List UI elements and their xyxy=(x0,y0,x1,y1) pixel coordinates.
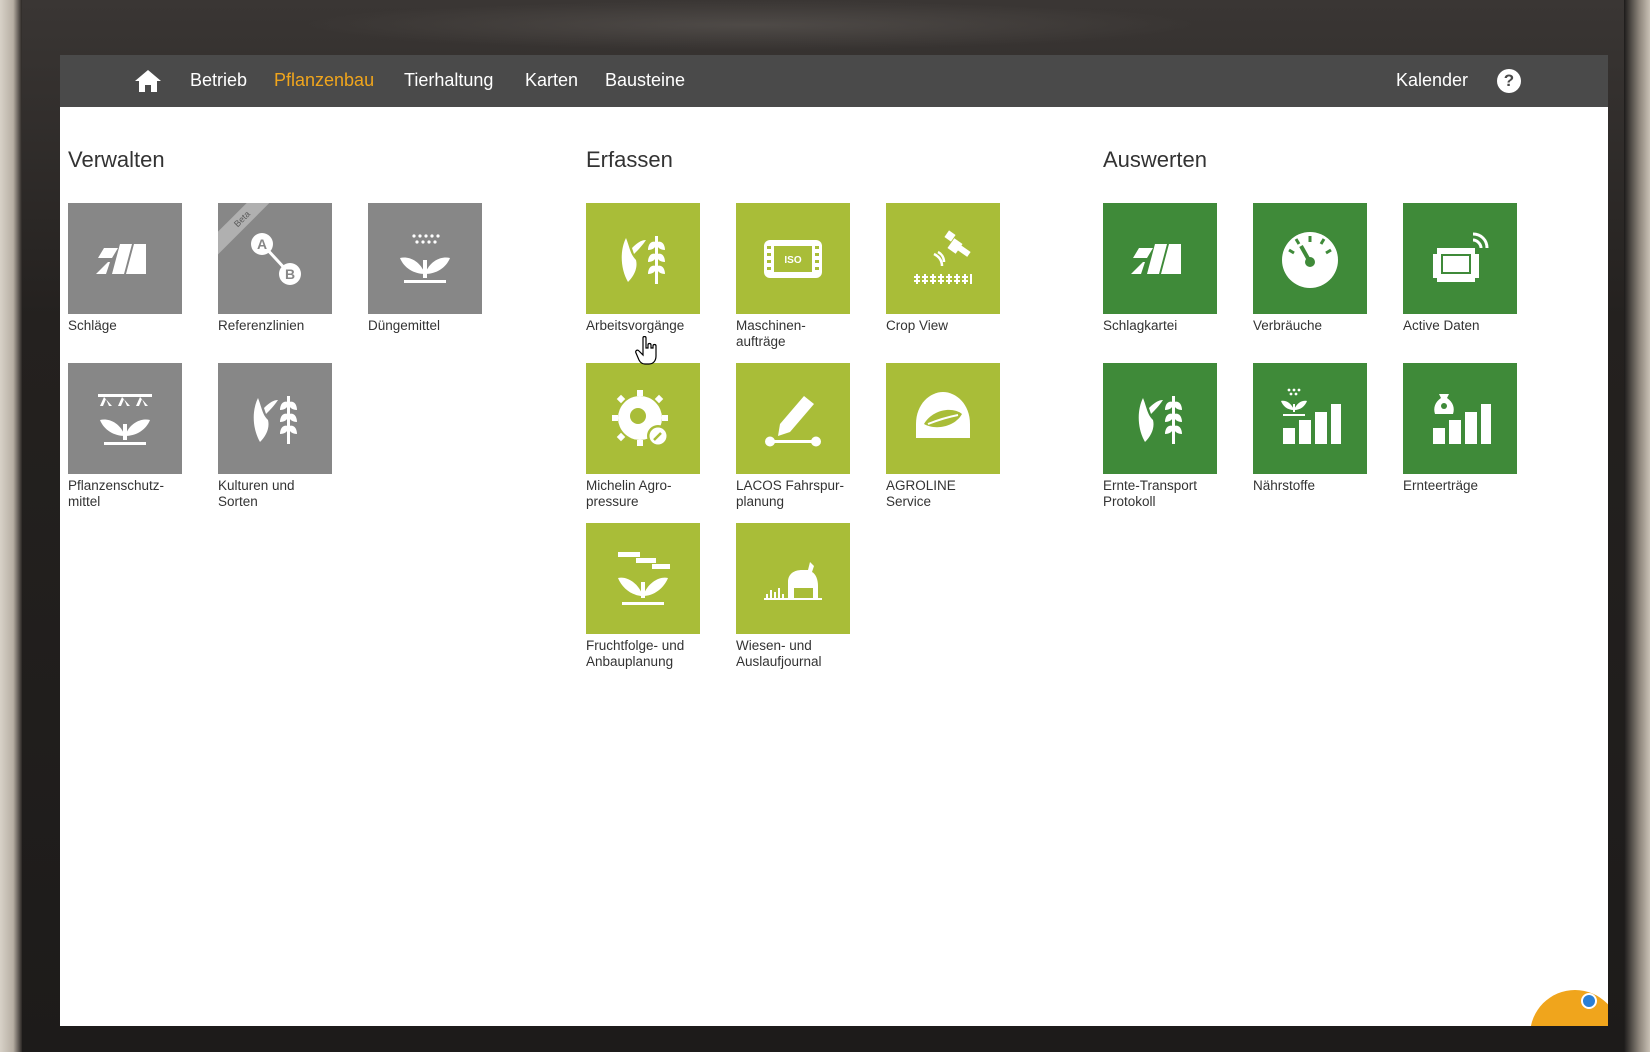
tile-wiesen-und-auslaufjournal[interactable]: Wiesen- und Auslaufjournal xyxy=(736,523,886,670)
tile-label: Ernte-Transport Protokoll xyxy=(1103,478,1198,509)
tile-label: Ernteerträge xyxy=(1403,478,1479,493)
tile-label: Pflanzenschutz- mittel xyxy=(68,478,165,509)
home-icon[interactable] xyxy=(134,69,162,93)
notification-dot xyxy=(1581,993,1597,1009)
corn-wheat-icon xyxy=(586,203,700,314)
corn-wheat-icon xyxy=(1103,363,1217,474)
section-title-erfassen: Erfassen xyxy=(586,147,673,172)
satellite-crop-icon xyxy=(886,203,1000,314)
fertilizer-plant-icon xyxy=(368,203,482,314)
tile-label: Nährstoffe xyxy=(1253,478,1316,493)
hand-cursor-icon xyxy=(635,336,657,365)
nav-item-kalender[interactable]: Kalender xyxy=(1396,70,1468,91)
tile-label: Schläge xyxy=(68,318,117,333)
monitor-bezel-left xyxy=(0,0,22,1052)
tile-kulturen-und-sorten[interactable]: Kulturen und Sorten xyxy=(218,363,368,510)
svg-text:B: B xyxy=(285,266,295,282)
tile-verbraeuche[interactable]: Verbräuche xyxy=(1253,203,1403,334)
plant-protection-icon xyxy=(68,363,182,474)
top-navbar: Betrieb Pflanzenbau Tierhaltung Karten B… xyxy=(60,55,1608,107)
tile-ernteertraege[interactable]: Ernteerträge xyxy=(1403,363,1553,494)
tile-label: Düngemittel xyxy=(368,318,441,333)
tile-duengemittel[interactable]: Düngemittel xyxy=(368,203,518,334)
nutrient-bars-icon xyxy=(1253,363,1367,474)
tile-schlaege[interactable]: Schläge xyxy=(68,203,218,334)
nav-item-tierhaltung[interactable]: Tierhaltung xyxy=(404,70,493,91)
tile-michelin-agro-pressure[interactable]: Michelin Agro- pressure xyxy=(586,363,736,510)
tile-crop-view[interactable]: Crop View xyxy=(886,203,1036,334)
crop-rotation-icon xyxy=(586,523,700,634)
tile-label: Verbräuche xyxy=(1253,318,1323,333)
tire-pressure-icon xyxy=(586,363,700,474)
nav-item-pflanzenbau[interactable]: Pflanzenbau xyxy=(274,70,374,91)
tile-label: Fruchtfolge- und Anbauplanung xyxy=(586,638,685,669)
agroline-leaf-icon xyxy=(886,363,1000,474)
tile-maschinenauftraege[interactable]: ISO Maschinen- aufträge xyxy=(736,203,886,350)
tile-label: Crop View xyxy=(886,318,949,333)
tile-lacos-fahrspurplanung[interactable]: LACOS Fahrspur- planung xyxy=(736,363,886,510)
field-stripes-icon xyxy=(1103,203,1217,314)
tile-naehrstoffe[interactable]: Nährstoffe xyxy=(1253,363,1403,494)
tile-schlagkartei[interactable]: Schlagkartei xyxy=(1103,203,1253,334)
pencil-track-icon xyxy=(736,363,850,474)
app-screen: Betrieb Pflanzenbau Tierhaltung Karten B… xyxy=(60,55,1608,1026)
yield-bars-icon xyxy=(1403,363,1517,474)
field-stripes-icon xyxy=(68,203,182,314)
nav-item-bausteine[interactable]: Bausteine xyxy=(605,70,685,91)
tile-label: Kulturen und Sorten xyxy=(218,478,295,509)
monitor-bezel-right xyxy=(1624,0,1650,1052)
section-title-verwalten: Verwalten xyxy=(68,147,165,172)
help-icon[interactable]: ? xyxy=(1497,69,1521,93)
tile-agroline-service[interactable]: AGROLINE Service xyxy=(886,363,1036,510)
tile-label: LACOS Fahrspur- planung xyxy=(736,478,845,509)
active-data-icon xyxy=(1403,203,1517,314)
gauge-icon xyxy=(1253,203,1367,314)
iso-terminal-icon: ISO xyxy=(736,203,850,314)
tile-label: Referenzlinien xyxy=(218,318,305,333)
section-title-auswerten: Auswerten xyxy=(1103,147,1207,172)
tile-ernte-transport-protokoll[interactable]: Ernte-Transport Protokoll xyxy=(1103,363,1253,510)
tile-referenzlinien[interactable]: Beta A B Referenzlinien xyxy=(218,203,368,334)
nav-item-karten[interactable]: Karten xyxy=(525,70,578,91)
tile-pflanzenschutzmittel[interactable]: Pflanzenschutz- mittel xyxy=(68,363,218,510)
tile-label: Michelin Agro- pressure xyxy=(586,478,672,509)
tile-label: Arbeitsvorgänge xyxy=(586,318,685,333)
tile-active-daten[interactable]: Active Daten xyxy=(1403,203,1553,334)
svg-text:A: A xyxy=(257,236,267,252)
ab-line-icon: Beta A B xyxy=(218,203,332,314)
svg-text:ISO: ISO xyxy=(784,255,801,266)
pasture-cow-icon xyxy=(736,523,850,634)
corn-wheat-icon xyxy=(218,363,332,474)
tile-label: AGROLINE Service xyxy=(886,478,956,509)
monitor-glare xyxy=(300,0,1200,50)
tile-arbeitsvorgaenge[interactable]: Arbeitsvorgänge xyxy=(586,203,736,334)
tile-label: Maschinen- aufträge xyxy=(736,318,806,349)
chat-button[interactable] xyxy=(1530,990,1608,1026)
tile-label: Active Daten xyxy=(1403,318,1480,333)
nav-item-betrieb[interactable]: Betrieb xyxy=(190,70,247,91)
tile-label: Wiesen- und Auslaufjournal xyxy=(736,638,822,669)
tile-fruchtfolge-und-anbauplanung[interactable]: Fruchtfolge- und Anbauplanung xyxy=(586,523,736,670)
tile-label: Schlagkartei xyxy=(1103,318,1178,333)
